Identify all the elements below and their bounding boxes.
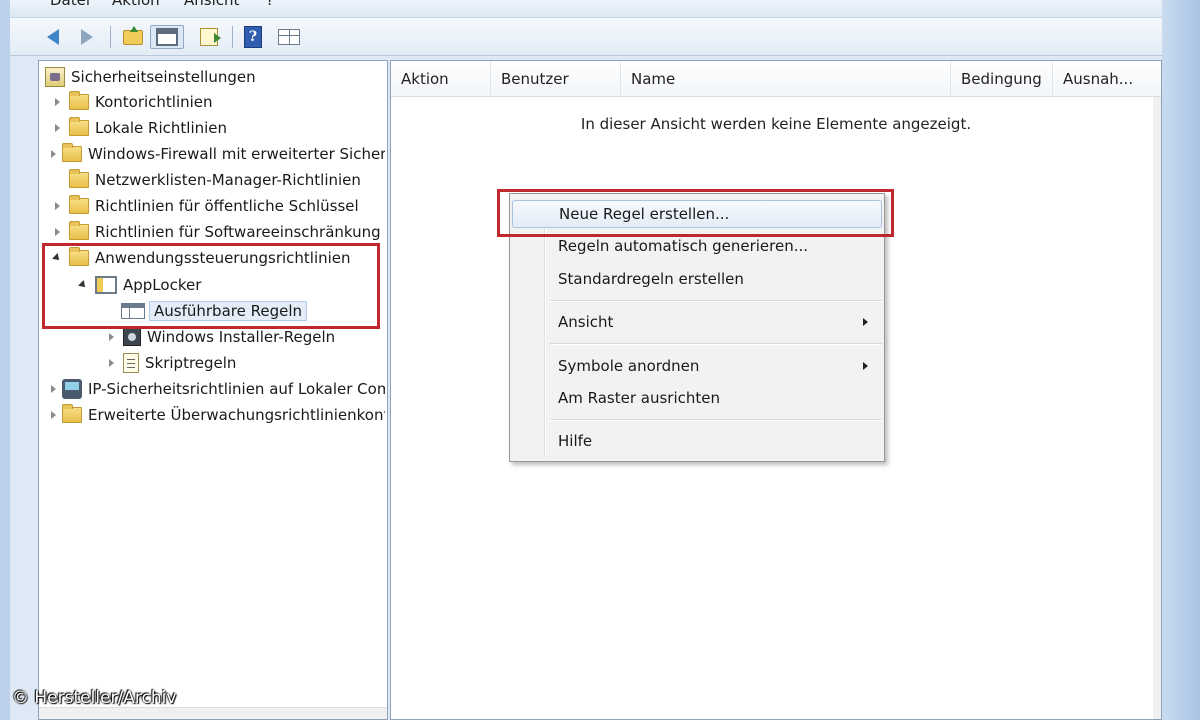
- column-header-benutzer[interactable]: Benutzer: [491, 61, 621, 97]
- horizontal-scrollbar[interactable]: [39, 707, 387, 719]
- expand-icon[interactable]: [51, 200, 63, 212]
- export-list-button[interactable]: [196, 25, 222, 49]
- column-header-aktion[interactable]: Aktion: [391, 61, 491, 97]
- console-tree-icon: [156, 28, 178, 46]
- menu-item-symbole-anordnen[interactable]: Symbole anordnen: [512, 352, 882, 380]
- vertical-scrollbar[interactable]: [1153, 97, 1161, 719]
- folder-icon: [69, 169, 89, 188]
- menu-separator: [550, 300, 882, 301]
- tree-item-label: Lokale Richtlinien: [95, 119, 228, 137]
- console-tree: Sicherheitseinstellungen Kontorichtlinie…: [38, 60, 388, 720]
- tree-item-label: Skriptregeln: [145, 354, 237, 372]
- tree-item-kontorichtlinien[interactable]: Kontorichtlinien: [51, 90, 385, 114]
- help-button[interactable]: ?: [240, 25, 266, 49]
- window-frame-right: [1162, 0, 1200, 720]
- menu-view[interactable]: Ansicht: [184, 0, 239, 9]
- tree-item-label: Kontorichtlinien: [95, 93, 213, 111]
- export-list-icon: [200, 28, 221, 46]
- submenu-arrow-icon: [863, 362, 868, 370]
- forward-arrow-icon: [81, 29, 93, 45]
- tree-item-label: Richtlinien für Softwareeinschränkung: [95, 223, 381, 241]
- expand-icon[interactable]: [51, 96, 63, 108]
- tree-item-oeffentliche-schluessel[interactable]: Richtlinien für öffentliche Schlüssel: [51, 194, 385, 218]
- security-settings-icon: [45, 67, 65, 87]
- up-one-level-button[interactable]: [120, 25, 146, 49]
- folder-icon: [69, 221, 89, 240]
- tree-item-skriptregeln[interactable]: Skriptregeln: [105, 351, 385, 375]
- tree-item-netzwerklisten[interactable]: Netzwerklisten-Manager-Richtlinien: [51, 168, 385, 192]
- toolbar: ?: [10, 18, 1162, 56]
- menu-help[interactable]: ?: [266, 0, 274, 9]
- column-header-name[interactable]: Name: [621, 61, 951, 97]
- folder-icon: [62, 143, 82, 162]
- submenu-arrow-icon: [863, 318, 868, 326]
- menu-item-standardregeln[interactable]: Standardregeln erstellen: [512, 265, 882, 293]
- menu-item-am-raster[interactable]: Am Raster ausrichten: [512, 384, 882, 412]
- tree-item-label: Netzwerklisten-Manager-Richtlinien: [95, 171, 361, 189]
- expand-icon[interactable]: [51, 383, 56, 395]
- menu-separator: [550, 419, 882, 420]
- tree-item-label: Windows Installer-Regeln: [147, 328, 336, 346]
- tree-item-label: Windows-Firewall mit erweiterter Sicherh…: [88, 145, 385, 163]
- menu-item-label: Ansicht: [558, 313, 614, 331]
- expand-icon[interactable]: [51, 409, 56, 421]
- window-frame-left: [0, 0, 10, 720]
- back-button[interactable]: [40, 25, 66, 49]
- menu-separator: [550, 343, 882, 344]
- menu-item-ansicht[interactable]: Ansicht: [512, 308, 882, 336]
- show-console-tree-button[interactable]: [150, 25, 184, 49]
- menu-action[interactable]: Aktion: [112, 0, 160, 9]
- expand-icon[interactable]: [105, 357, 117, 369]
- empty-list-message: In dieser Ansicht werden keine Elemente …: [580, 115, 972, 133]
- menu-file[interactable]: Datei: [50, 0, 90, 9]
- toolbar-separator: [110, 26, 111, 48]
- menubar: Datei Aktion Ansicht ?: [10, 0, 1162, 18]
- copyright-watermark: © Hersteller/Archiv: [12, 688, 177, 708]
- column-header-bedingung[interactable]: Bedingung: [951, 61, 1053, 97]
- expand-icon[interactable]: [51, 122, 63, 134]
- tree-item-erweiterte-ueberwachung[interactable]: Erweiterte Überwachungsrichtlinienkonfig…: [51, 403, 385, 427]
- help-icon: ?: [244, 26, 262, 48]
- up-folder-icon: [123, 25, 143, 45]
- forward-button[interactable]: [74, 25, 100, 49]
- menu-item-label: Symbole anordnen: [558, 357, 700, 375]
- expand-icon[interactable]: [51, 226, 63, 238]
- action-pane-icon: [278, 29, 300, 45]
- back-arrow-icon: [47, 29, 59, 45]
- tree-root-label: Sicherheitseinstellungen: [71, 68, 256, 86]
- tree-item-label: Richtlinien für öffentliche Schlüssel: [95, 197, 359, 215]
- folder-icon: [69, 117, 89, 136]
- folder-icon: [69, 195, 89, 214]
- tree-item-windows-firewall[interactable]: Windows-Firewall mit erweiterter Sicherh…: [51, 142, 385, 166]
- expand-icon[interactable]: [51, 148, 56, 160]
- list-header: Aktion Benutzer Name Bedingung Ausnah...: [391, 61, 1161, 97]
- highlight-box-menu: [497, 189, 894, 237]
- expand-placeholder: [51, 174, 63, 186]
- folder-icon: [62, 404, 82, 423]
- show-action-pane-button[interactable]: [276, 25, 302, 49]
- column-header-ausnahmen[interactable]: Ausnah...: [1053, 61, 1153, 97]
- script-icon: [123, 353, 139, 373]
- folder-icon: [69, 91, 89, 110]
- tree-item-label: IP-Sicherheitsrichtlinien auf Lokaler Co…: [88, 380, 385, 398]
- installer-icon: [123, 328, 141, 346]
- highlight-box-tree: [42, 243, 380, 329]
- tree-item-label: Erweiterte Überwachungsrichtlinienkonfig…: [88, 406, 385, 424]
- tree-item-lokale-richtlinien[interactable]: Lokale Richtlinien: [51, 116, 385, 140]
- tree-item-softwareeinschraenkung[interactable]: Richtlinien für Softwareeinschränkung: [51, 220, 385, 244]
- tree-root[interactable]: Sicherheitseinstellungen: [45, 65, 385, 89]
- expand-icon[interactable]: [105, 331, 117, 343]
- network-icon: [62, 379, 82, 399]
- toolbar-separator: [232, 26, 233, 48]
- menu-item-hilfe[interactable]: Hilfe: [512, 427, 882, 455]
- tree-item-ip-sicherheit[interactable]: IP-Sicherheitsrichtlinien auf Lokaler Co…: [51, 377, 385, 401]
